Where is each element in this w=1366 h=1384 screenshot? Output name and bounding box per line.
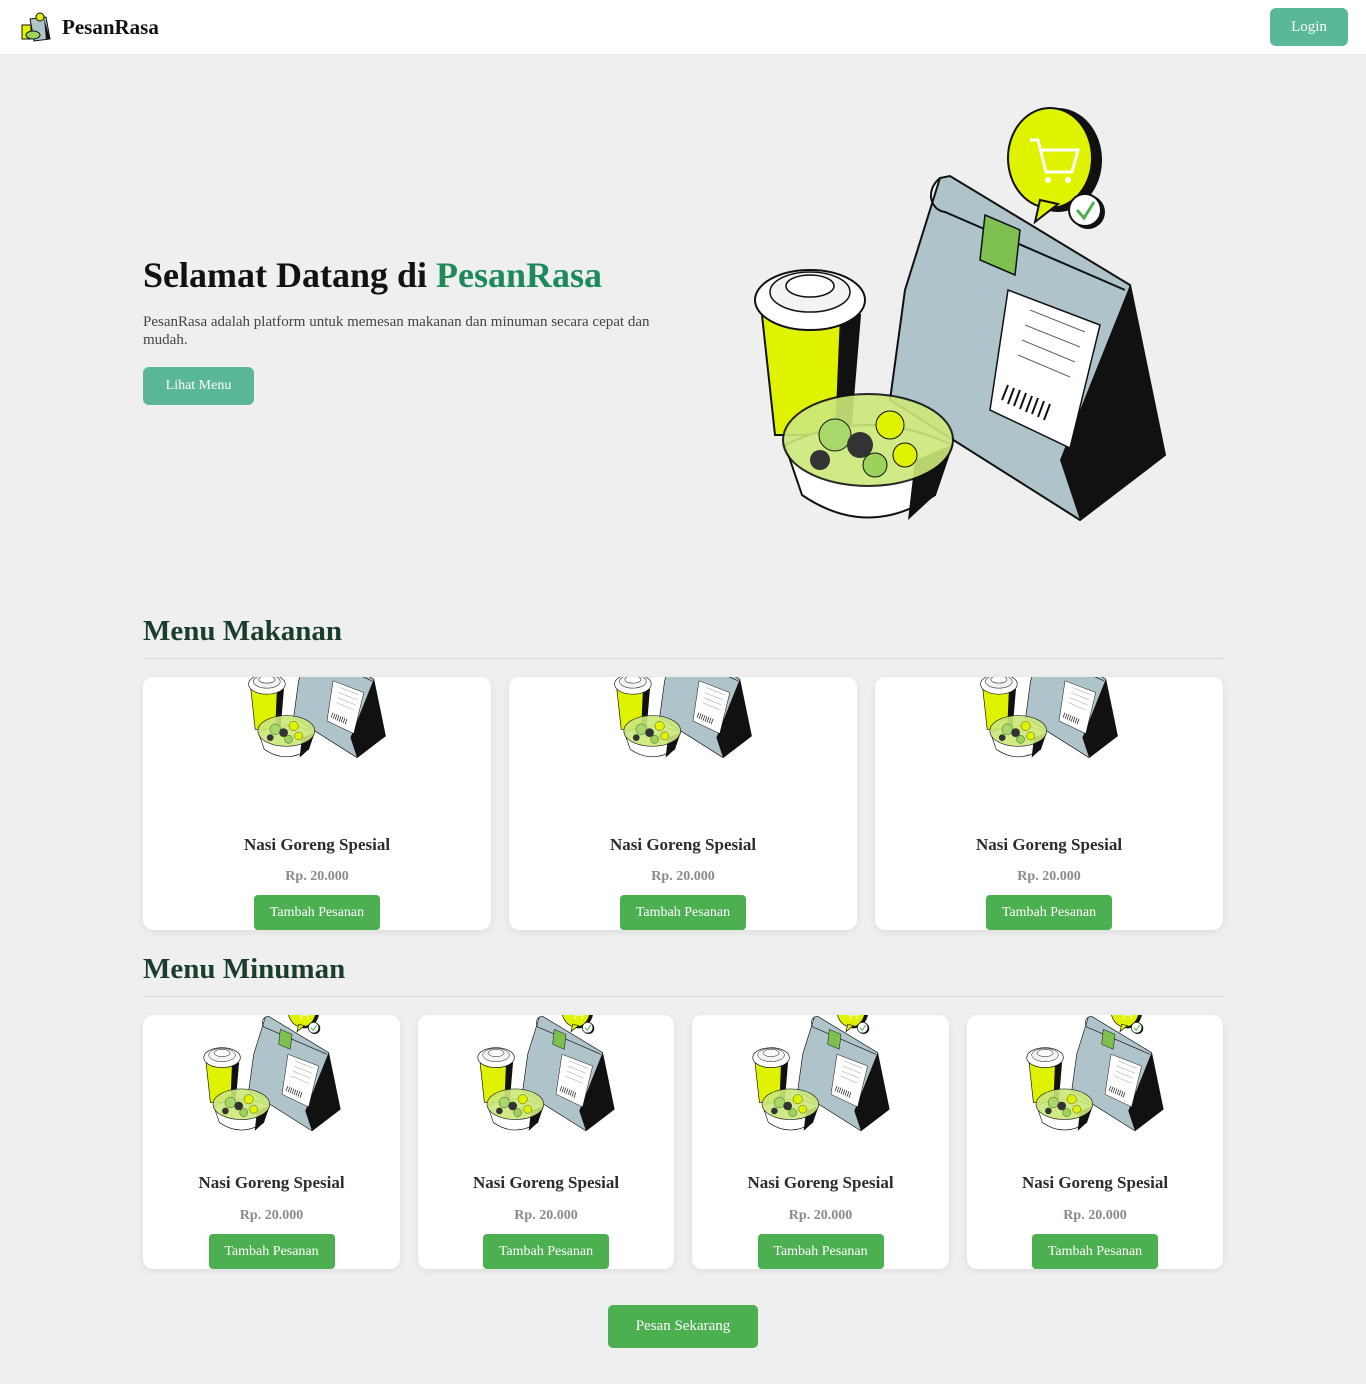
drink-image [716,1015,926,1158]
drink-name: Nasi Goreng Spesial [747,1173,894,1192]
hero-title: Selamat Datang di PesanRasa [143,253,683,297]
drink-price: Rp. 20.000 [1063,1208,1127,1223]
brand[interactable]: PesanRasa [20,11,159,43]
order-now-button[interactable]: Pesan Sekarang [608,1305,758,1348]
drink-price: Rp. 20.000 [239,1208,304,1223]
hero-text: Selamat Datang di PesanRasa PesanRasa ad… [143,253,683,405]
hero-description: PesanRasa adalah platform untuk memesan … [143,314,650,348]
hero-title-accent: PesanRasa [436,255,603,295]
add-order-button[interactable]: Tambah Pesanan [620,895,746,930]
food-delivery-illustration [740,100,1180,530]
food-menu-title: Menu Makanan [143,615,343,647]
drink-card: Nasi Goreng Spesial Rp. 20.000 Tambah Pe… [967,1015,1223,1269]
drink-name: Nasi Goreng Spesial [1021,1173,1169,1192]
food-image [538,677,828,820]
food-name: Nasi Goreng Spesial [243,835,391,854]
food-name: Nasi Goreng Spesial [975,835,1123,854]
food-menu-divider [143,658,1223,659]
drink-name: Nasi Goreng Spesial [198,1173,345,1192]
food-image [172,677,462,820]
add-order-button[interactable]: Tambah Pesanan [254,895,380,930]
food-image [904,677,1194,820]
hero-title-prefix: Selamat Datang di [143,255,437,295]
drink-card: Nasi Goreng Spesial Rp. 20.000 Tambah Pe… [143,1015,400,1269]
drink-image [441,1015,651,1158]
drink-card: Nasi Goreng Spesial Rp. 20.000 Tambah Pe… [692,1015,949,1269]
add-order-button[interactable]: Tambah Pesanan [1032,1234,1158,1269]
food-card: Nasi Goreng Spesial Rp. 20.000 Tambah Pe… [143,677,491,930]
food-price: Rp. 20.000 [651,869,715,884]
food-card: Nasi Goreng Spesial Rp. 20.000 Tambah Pe… [875,677,1223,930]
drink-price: Rp. 20.000 [788,1208,853,1223]
food-card: Nasi Goreng Spesial Rp. 20.000 Tambah Pe… [509,677,857,930]
food-name: Nasi Goreng Spesial [609,835,757,854]
brand-name: PesanRasa [62,14,159,39]
drink-image [167,1015,377,1158]
add-order-button[interactable]: Tambah Pesanan [483,1234,609,1269]
add-order-button[interactable]: Tambah Pesanan [757,1234,884,1269]
food-price: Rp. 20.000 [1017,869,1081,884]
drink-name: Nasi Goreng Spesial [472,1173,620,1192]
navbar: PesanRasa Login [0,0,1366,54]
add-order-button[interactable]: Tambah Pesanan [986,895,1112,930]
drink-price: Rp. 20.000 [514,1208,578,1223]
drink-card: Nasi Goreng Spesial Rp. 20.000 Tambah Pe… [418,1015,674,1269]
login-button[interactable]: Login [1270,8,1348,46]
drink-menu-title: Menu Minuman [143,953,346,985]
drink-menu-divider [143,996,1223,997]
food-price: Rp. 20.000 [285,869,349,884]
drink-image [990,1015,1200,1158]
food-delivery-logo-icon [20,11,52,43]
view-menu-button[interactable]: Lihat Menu [143,367,254,405]
add-order-button[interactable]: Tambah Pesanan [208,1234,335,1269]
